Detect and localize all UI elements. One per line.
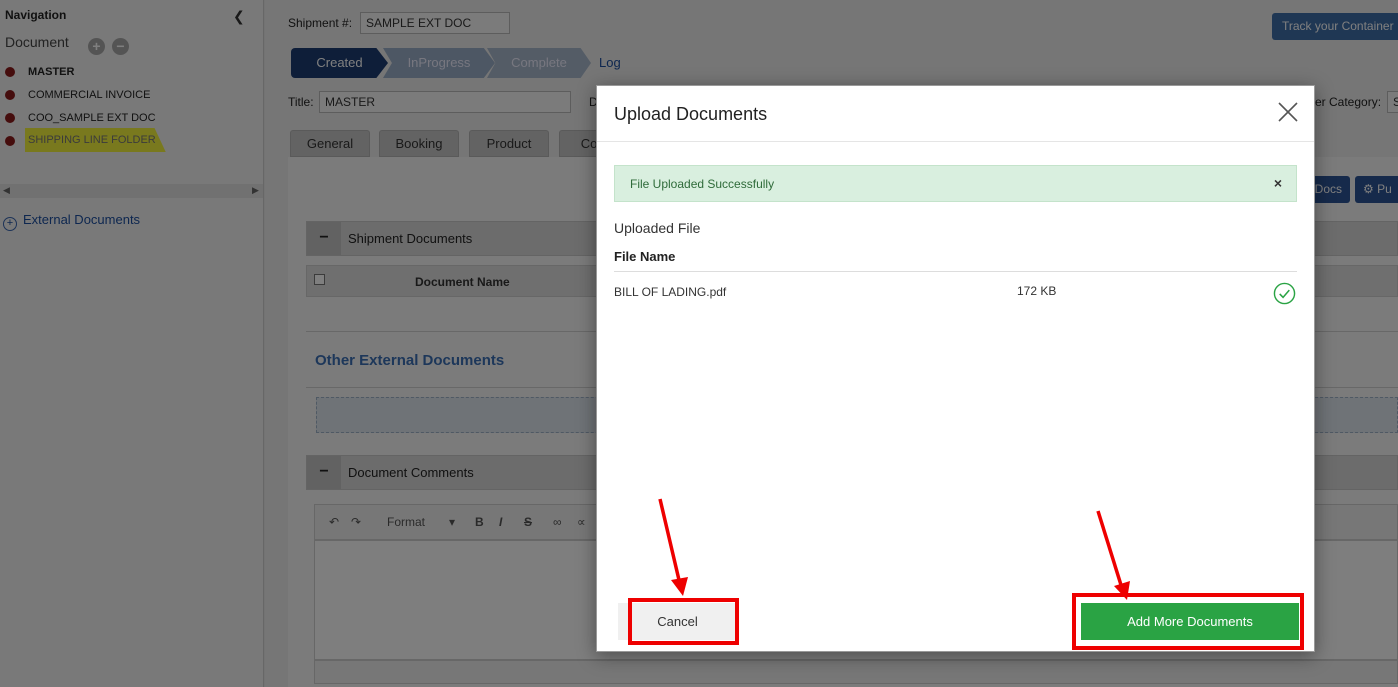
- modal-title: Upload Documents: [614, 104, 768, 124]
- close-icon[interactable]: [1276, 100, 1300, 124]
- file-size: 172 KB: [1017, 284, 1057, 298]
- cancel-button[interactable]: Cancel: [618, 603, 737, 640]
- file-name-column-header: File Name: [614, 249, 676, 264]
- uploaded-file-heading: Uploaded File: [614, 220, 701, 236]
- alert-close-icon[interactable]: ×: [1274, 175, 1282, 191]
- alert-message: File Uploaded Successfully: [630, 177, 775, 191]
- add-more-documents-button[interactable]: Add More Documents: [1081, 603, 1299, 640]
- success-alert: File Uploaded Successfully ×: [614, 165, 1297, 202]
- modal-header: Upload Documents: [597, 86, 1314, 142]
- file-name: BILL OF LADING.pdf: [614, 285, 727, 299]
- upload-documents-modal: Upload Documents File Uploaded Successfu…: [596, 85, 1315, 652]
- list-item: BILL OF LADING.pdf 172 KB: [614, 272, 1297, 314]
- check-icon: [1273, 282, 1296, 305]
